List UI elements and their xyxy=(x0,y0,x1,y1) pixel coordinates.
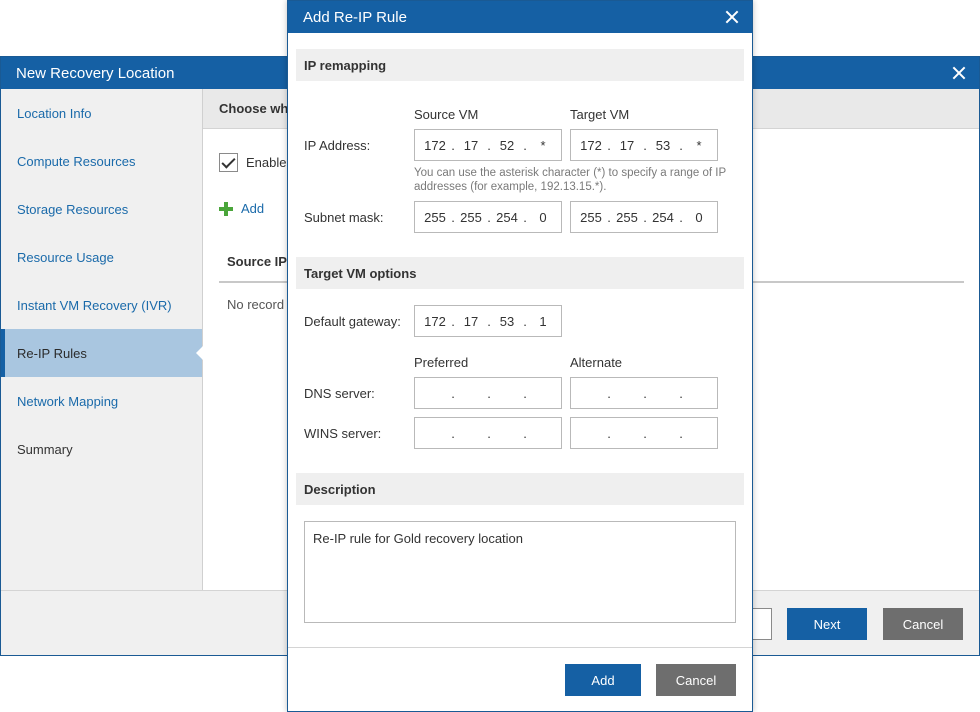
default-gateway-label: Default gateway: xyxy=(304,314,401,329)
octet: 53 xyxy=(499,313,515,329)
column-source-ip[interactable]: Source IP xyxy=(227,254,287,269)
enable-label: Enable xyxy=(246,155,287,170)
octet: 0 xyxy=(539,209,547,225)
octet: 255 xyxy=(424,209,446,225)
next-button[interactable]: Next xyxy=(787,608,867,640)
octet: 0 xyxy=(695,209,703,225)
dns-alternate-input[interactable]: . . . xyxy=(570,377,718,409)
step-label: Resource Usage xyxy=(17,249,114,265)
wins-preferred-input[interactable]: . . . xyxy=(414,417,562,449)
plus-icon xyxy=(219,201,233,216)
step-label: Location Info xyxy=(17,105,92,121)
checkbox-checked-icon[interactable] xyxy=(219,153,238,172)
dns-preferred-input[interactable]: . . . xyxy=(414,377,562,409)
octet: 254 xyxy=(652,209,674,225)
octet: 17 xyxy=(619,137,635,153)
octet: 52 xyxy=(499,137,515,153)
octet: 172 xyxy=(580,137,602,153)
description-textarea[interactable]: Re-IP rule for Gold recovery location xyxy=(304,521,736,623)
step-label: Summary xyxy=(17,441,73,457)
step-label: Network Mapping xyxy=(17,393,119,409)
octet: 254 xyxy=(496,209,518,225)
octet: 17 xyxy=(463,137,479,153)
step-re-ip-rules[interactable]: Re-IP Rules xyxy=(1,329,203,377)
step-label: Re-IP Rules xyxy=(17,345,87,361)
preferred-header: Preferred xyxy=(414,355,469,370)
default-gateway-input[interactable]: 172. 17. 53. 1 xyxy=(414,305,562,337)
wizard-steps-sidebar: Location Info Compute Resources Storage … xyxy=(1,89,203,590)
dialog-title: Add Re-IP Rule xyxy=(303,8,407,26)
target-subnet-input[interactable]: 255. 255. 254. 0 xyxy=(570,201,718,233)
source-subnet-input[interactable]: 255. 255. 254. 0 xyxy=(414,201,562,233)
octet: 255 xyxy=(460,209,482,225)
add-button[interactable]: Add xyxy=(565,664,641,696)
step-summary: Summary xyxy=(1,425,202,473)
octet: 53 xyxy=(655,137,671,153)
close-icon[interactable] xyxy=(722,7,742,27)
step-network-mapping[interactable]: Network Mapping xyxy=(1,377,202,425)
asterisk-hint: You can use the asterisk character (*) t… xyxy=(414,167,726,193)
target-ip-input[interactable]: 172. 17. 53. * xyxy=(570,129,718,161)
step-label: Storage Resources xyxy=(17,201,129,217)
add-rule-label: Add xyxy=(241,201,265,216)
section-description: Description xyxy=(296,473,744,505)
ip-address-label: IP Address: xyxy=(304,138,371,153)
dialog-footer-divider xyxy=(288,647,752,648)
close-icon[interactable] xyxy=(949,63,969,83)
alternate-header: Alternate xyxy=(570,355,623,370)
step-resource-usage[interactable]: Resource Usage xyxy=(1,233,202,281)
octet: * xyxy=(696,137,702,153)
step-location-info[interactable]: Location Info xyxy=(1,89,202,137)
octet: 172 xyxy=(424,137,446,153)
section-ip-remapping: IP remapping xyxy=(296,49,744,81)
wizard-title: New Recovery Location xyxy=(16,64,175,82)
dialog-cancel-button[interactable]: Cancel xyxy=(656,664,736,696)
step-storage-resources[interactable]: Storage Resources xyxy=(1,185,202,233)
target-vm-header: Target VM xyxy=(570,107,630,122)
step-label: Compute Resources xyxy=(17,153,136,169)
no-records-text: No record xyxy=(227,297,285,312)
step-label: Instant VM Recovery (IVR) xyxy=(17,297,172,313)
wins-server-label: WINS server: xyxy=(304,426,382,441)
subnet-mask-label: Subnet mask: xyxy=(304,210,384,225)
wizard-cancel-button[interactable]: Cancel xyxy=(883,608,963,640)
octet: 255 xyxy=(580,209,602,225)
octet: * xyxy=(540,137,546,153)
octet: 255 xyxy=(616,209,638,225)
source-vm-header: Source VM xyxy=(414,107,479,122)
wins-alternate-input[interactable]: . . . xyxy=(570,417,718,449)
add-rule-button[interactable]: Add xyxy=(219,201,264,216)
dns-server-label: DNS server: xyxy=(304,386,375,401)
step-instant-vm-recovery[interactable]: Instant VM Recovery (IVR) xyxy=(1,281,202,329)
step-compute-resources[interactable]: Compute Resources xyxy=(1,137,202,185)
octet: 172 xyxy=(424,313,446,329)
dialog-titlebar: Add Re-IP Rule xyxy=(288,1,752,33)
octet: 17 xyxy=(463,313,479,329)
enable-row[interactable]: Enable xyxy=(219,153,286,172)
source-ip-input[interactable]: 172. 17. 52. * xyxy=(414,129,562,161)
section-target-vm-options: Target VM options xyxy=(296,257,744,289)
octet: 1 xyxy=(539,313,547,329)
add-re-ip-rule-dialog: Add Re-IP Rule IP remapping Source VM Ta… xyxy=(287,0,753,712)
